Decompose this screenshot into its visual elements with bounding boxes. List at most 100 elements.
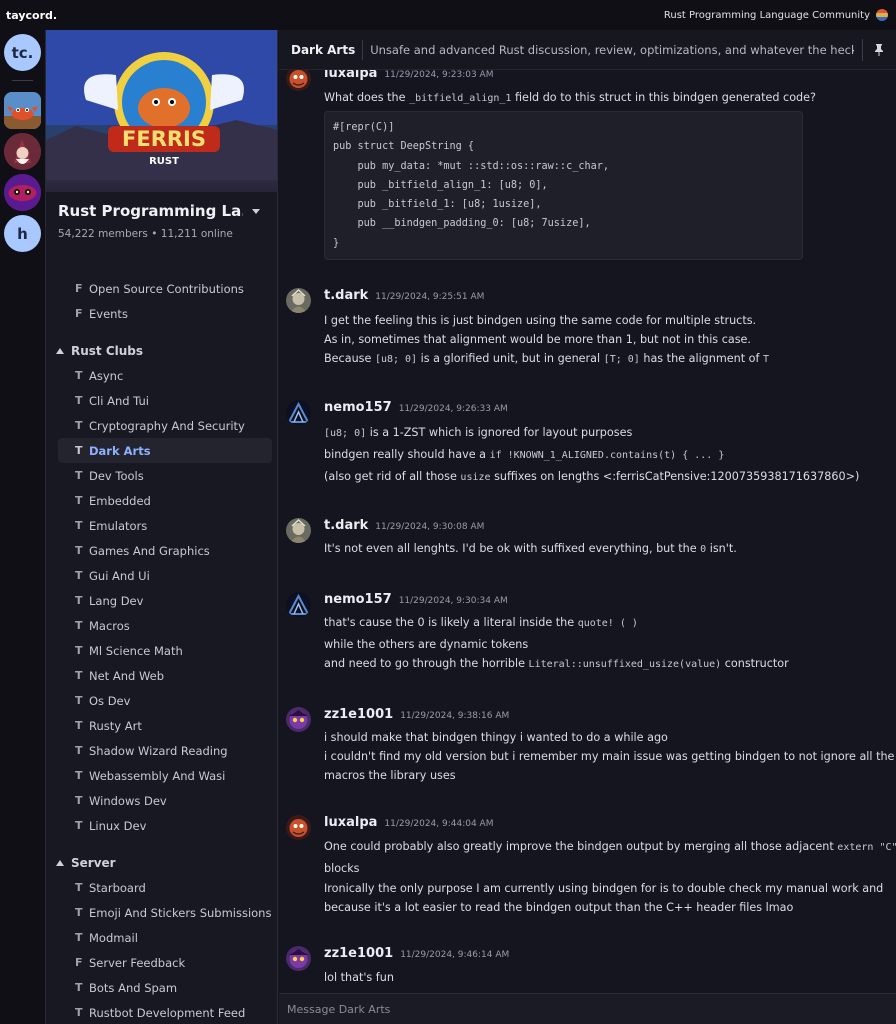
channel-emoji-and-stickers[interactable]: T Emoji And Stickers Submissions [58,900,272,925]
channel-emulators[interactable]: T Emulators [58,513,272,538]
channel-label: Bots And Spam [89,980,178,995]
text-run: Because [324,352,375,365]
avatar[interactable] [286,815,311,840]
channel-dark-arts[interactable]: T Dark Arts [58,438,272,463]
text-run: What does the [324,91,410,104]
channel-server-feedback[interactable]: F Server Feedback [58,950,272,975]
channel-topic[interactable]: Unsafe and advanced Rust discussion, rev… [370,43,854,57]
channel-label: Cli And Tui [89,393,149,408]
code-block[interactable]: #[repr(C)] pub struct DeepString { pub m… [324,111,803,261]
channel-macros[interactable]: T Macros [58,613,272,638]
avatar[interactable] [286,592,311,617]
author-name[interactable]: zz1e1001 [324,946,393,961]
channel-net-and-web[interactable]: T Net And Web [58,663,272,688]
avatar[interactable] [286,70,311,91]
server-icon-2[interactable] [4,133,41,170]
avatar[interactable] [286,518,311,543]
channel-dev-tools[interactable]: T Dev Tools [58,463,272,488]
message-text: What does the _bitfield_align_1 field do… [324,91,816,104]
channel-label: Server Feedback [89,955,186,970]
channel-open-source-contributions[interactable]: F Open Source Contributions [58,276,272,301]
channel-title: Dark Arts [291,42,356,57]
channel-os-dev[interactable]: T Os Dev [58,688,272,713]
author-name[interactable]: nemo157 [324,400,392,415]
h-label: h [17,224,28,243]
channel-starboard[interactable]: T Starboard [58,875,272,900]
server-icon-h[interactable]: h [4,215,41,252]
collapse-triangle-icon [56,347,64,354]
channel-label: Embedded [89,493,151,508]
channel-modmail[interactable]: T Modmail [58,925,272,950]
channel-embedded[interactable]: T Embedded [58,488,272,513]
chevron-down-icon[interactable] [252,208,260,214]
message-header: luxalpa 11/29/2024, 9:23:03 AM [324,70,493,81]
text-channel-icon: T [75,931,83,944]
code-line: } [333,237,340,249]
channel-ml-science-math[interactable]: T Ml Science Math [58,638,272,663]
timestamp: 11/29/2024, 9:38:16 AM [400,711,510,721]
server-icon-rust[interactable] [4,92,41,129]
channel-events[interactable]: F Events [58,301,272,326]
author-name[interactable]: luxalpa [324,815,377,830]
timestamp: 11/29/2024, 9:25:51 AM [375,292,485,302]
server-name-row[interactable]: Rust Programming La... [58,202,266,220]
channel-windows-dev[interactable]: T Windows Dev [58,788,272,813]
channel-cli-and-tui[interactable]: T Cli And Tui [58,388,272,413]
avatar[interactable] [286,288,311,313]
channel-cryptography-and-security[interactable]: T Cryptography And Security [58,413,272,438]
message-text: i couldn't find my old version but i rem… [324,750,895,763]
message-text: Ironically the only purpose I am current… [324,882,884,895]
author-name[interactable]: t.dark [324,288,368,303]
guild-indicator: Rust Programming Language Community [664,9,888,21]
channel-webassembly-and-wasi[interactable]: T Webassembly And Wasi [58,763,272,788]
channel-label: Lang Dev [89,593,144,608]
channel-linux-dev[interactable]: T Linux Dev [58,813,272,838]
author-name[interactable]: nemo157 [324,592,392,607]
avatar[interactable] [286,707,311,732]
channel-label: Games And Graphics [89,543,210,558]
server-name: Rust Programming La... [58,202,243,220]
channel-rusty-art[interactable]: T Rusty Art [58,713,272,738]
timestamp: 11/29/2024, 9:30:34 AM [398,596,508,606]
message-header: zz1e1001 11/29/2024, 9:46:14 AM [324,946,509,961]
channel-rustbot-development-feed[interactable]: T Rustbot Development Feed [58,1000,272,1024]
channel-label: Net And Web [89,668,165,683]
nemo-avatar-icon [286,592,311,617]
message-text: because it's a lot easier to read the bi… [324,901,794,914]
author-name[interactable]: t.dark [324,518,368,533]
channel-gui-and-ui[interactable]: T Gui And Ui [58,563,272,588]
channel-games-and-graphics[interactable]: T Games And Graphics [58,538,272,563]
code-line: pub my_data: *mut ::std::os::raw::c_char… [333,160,610,172]
server-icon-3[interactable] [4,174,41,211]
author-name[interactable]: zz1e1001 [324,707,393,722]
text-channel-icon: T [75,881,83,894]
category-rust-clubs[interactable]: Rust Clubs [46,338,277,363]
message-input[interactable]: Message Dark Arts [279,993,896,1024]
luxalpa-avatar-icon [286,815,311,840]
zz-avatar-icon [286,946,311,971]
channel-bots-and-spam[interactable]: T Bots And Spam [58,975,272,1000]
channel-lang-dev[interactable]: T Lang Dev [58,588,272,613]
banner-title: FERRIS [122,127,206,151]
avatar[interactable] [286,946,311,971]
code-line: pub __bindgen_padding_0: [u8; 7usize], [333,218,591,230]
author-name[interactable]: luxalpa [324,70,377,81]
guild-title: Rust Programming Language Community [663,9,870,21]
banner-subtitle: RUST [149,156,179,167]
message-input-placeholder: Message Dark Arts [287,1002,391,1016]
avatar[interactable] [286,400,311,425]
pin-icon[interactable] [862,38,884,61]
channel-async[interactable]: T Async [58,363,272,388]
channel-label: Dark Arts [89,443,151,458]
text-run: field do to this struct in this bindgen … [511,91,816,104]
category-server[interactable]: Server [46,850,277,875]
home-label: tc. [11,43,34,62]
channel-shadow-wizard-reading[interactable]: T Shadow Wizard Reading [58,738,272,763]
category-label: Server [71,855,116,870]
channel-label: Open Source Contributions [89,281,244,296]
channel-label: Shadow Wizard Reading [89,743,228,758]
text-channel-icon: T [75,544,83,557]
home-button[interactable]: tc. [4,34,41,71]
title-bar: taycord. Rust Programming Language Commu… [0,0,896,30]
channel-label: Windows Dev [89,793,167,808]
